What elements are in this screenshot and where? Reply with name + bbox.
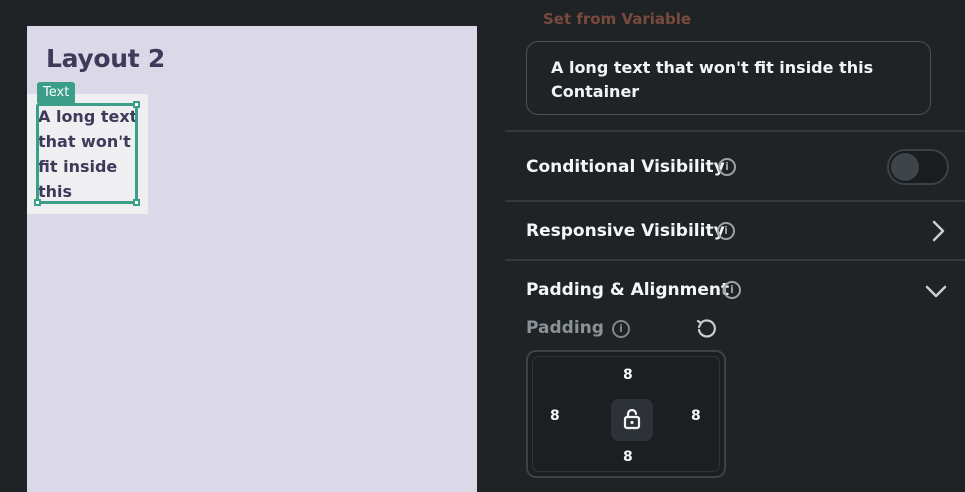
padding-lock-button[interactable] [611, 399, 653, 441]
padding-right-value[interactable]: 8 [691, 408, 701, 424]
canvas-area: Layout 2 Text A long text that won't fit… [0, 0, 505, 492]
padding-label: Padding [526, 318, 604, 338]
set-from-variable-link[interactable]: Set from Variable [543, 10, 691, 28]
resize-handle-bottom-right[interactable] [133, 199, 140, 206]
divider [505, 259, 965, 261]
chevron-down-icon[interactable] [924, 279, 948, 303]
info-icon[interactable]: i [718, 158, 736, 176]
info-icon[interactable]: i [612, 320, 630, 338]
layout-frame[interactable]: Layout 2 Text A long text that won't fit… [27, 26, 477, 492]
conditional-visibility-label: Conditional Visibility [526, 157, 725, 177]
layout-title: Layout 2 [46, 44, 165, 73]
text-widget-selection[interactable] [34, 101, 140, 206]
padding-editor: 8 8 8 8 [526, 350, 726, 478]
info-icon[interactable]: i [717, 222, 735, 240]
info-icon[interactable]: i [723, 281, 741, 299]
responsive-visibility-label[interactable]: Responsive Visibility [526, 221, 725, 241]
divider [505, 200, 965, 202]
resize-handle-top-right[interactable] [133, 101, 140, 108]
toggle-knob [891, 153, 919, 181]
reset-icon[interactable] [695, 318, 717, 340]
padding-top-value[interactable]: 8 [623, 367, 633, 383]
chevron-right-icon[interactable] [926, 219, 950, 243]
padding-inner-frame: 8 8 8 8 [532, 356, 720, 472]
conditional-visibility-toggle[interactable] [887, 149, 949, 185]
resize-handle-bottom-left[interactable] [34, 199, 41, 206]
padding-alignment-label[interactable]: Padding & Alignment [526, 280, 729, 300]
text-value-field[interactable]: A long text that won't fit inside this C… [526, 41, 931, 115]
divider [505, 130, 965, 132]
widget-type-tag: Text [37, 82, 76, 103]
properties-panel: Set from Variable A long text that won't… [505, 0, 965, 492]
lock-icon [622, 408, 642, 430]
padding-bottom-value[interactable]: 8 [623, 449, 633, 465]
padding-left-value[interactable]: 8 [550, 408, 560, 424]
